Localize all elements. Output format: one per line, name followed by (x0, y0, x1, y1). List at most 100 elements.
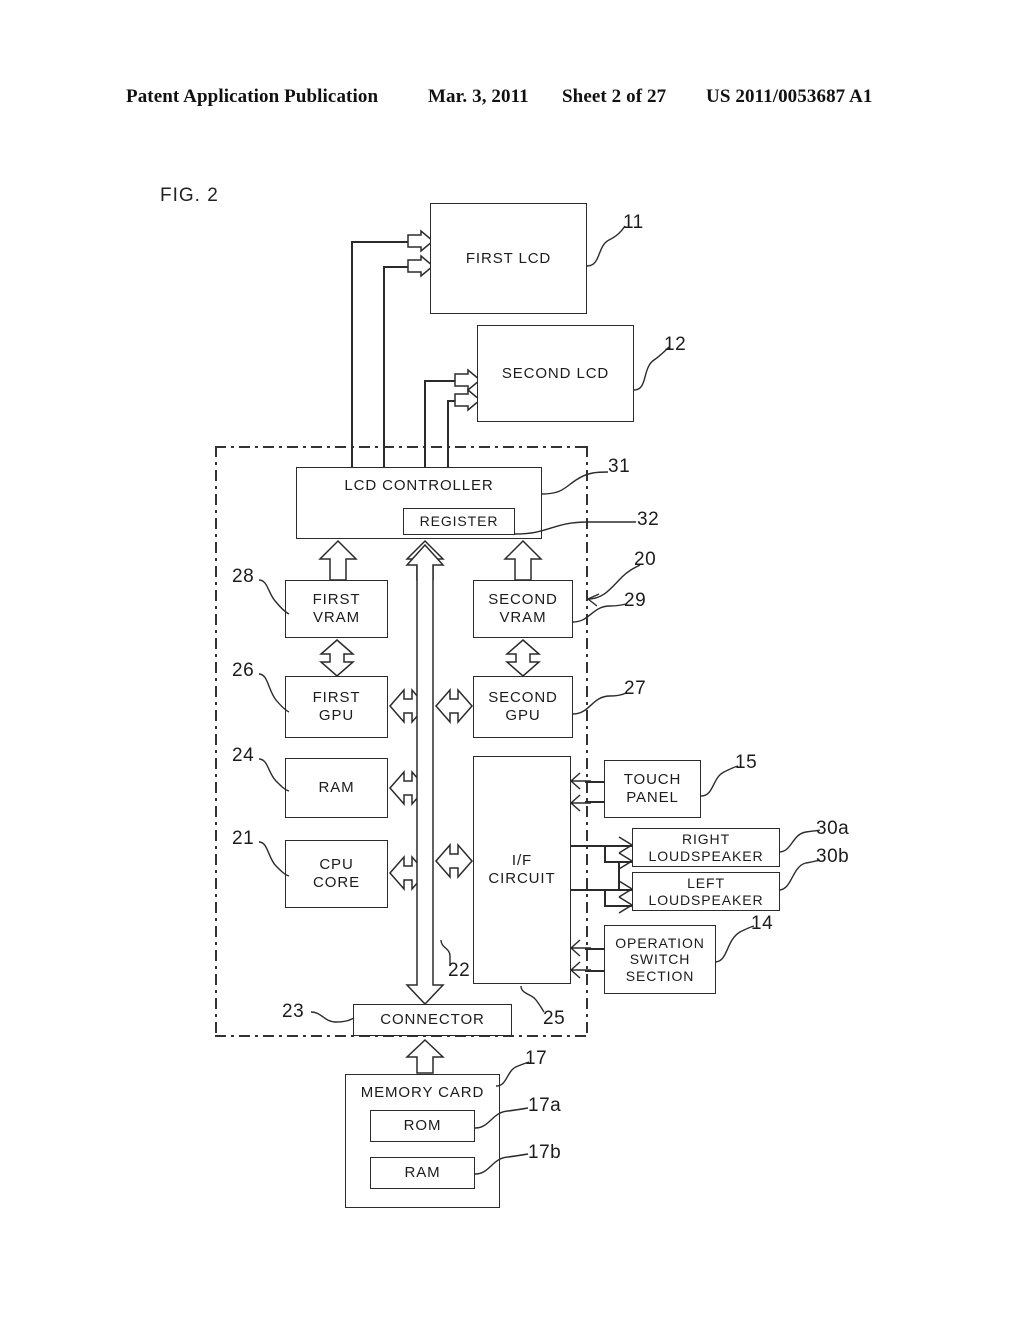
ram-block[interactable]: RAM (285, 758, 388, 818)
if-circuit-label-line1: I/F (511, 852, 533, 870)
ref-first-vram: 28 (232, 566, 255, 587)
first-vram-block[interactable]: FIRST VRAM (285, 580, 388, 638)
ref-bus: 22 (448, 960, 471, 981)
arrow-first-vram-to-lcdc (318, 539, 358, 581)
page-header: Patent Application Publication Mar. 3, 2… (0, 86, 1024, 116)
leader-first-gpu (258, 673, 290, 713)
ref-second-gpu: 27 (624, 678, 647, 699)
wire-lcdc-to-second-lcd-riser-a (424, 380, 426, 468)
touch-panel-label-line1: TOUCH (623, 771, 682, 789)
ref-second-lcd: 12 (664, 334, 687, 355)
header-document-number: US 2011/0053687 A1 (706, 86, 873, 107)
ref-first-lcd: 11 (623, 212, 644, 233)
if-circuit-label-line2: CIRCUIT (488, 870, 556, 887)
arrow-second-vram-second-gpu (505, 639, 541, 677)
leader-cpu-core (258, 841, 290, 877)
card-rom-block[interactable]: ROM (370, 1110, 475, 1142)
ref-memory-card: 17 (525, 1048, 548, 1069)
leader-first-vram (258, 579, 290, 615)
wire-spk-right-drop (604, 845, 606, 861)
second-lcd-label: SECOND LCD (501, 364, 610, 382)
ref-second-vram: 29 (624, 590, 647, 611)
if-circuit-block[interactable]: I/F CIRCUIT (473, 756, 571, 984)
second-gpu-block[interactable]: SECOND GPU (473, 676, 573, 738)
figure-label: FIG. 2 (160, 185, 219, 206)
wire-spk-left-drop (604, 889, 606, 905)
header-sheet: Sheet 2 of 27 (562, 86, 667, 107)
touch-panel-label-line2: PANEL (626, 789, 679, 806)
left-loudspeaker-label-line1: LEFT (687, 874, 725, 891)
header-publication: Patent Application Publication (126, 86, 379, 107)
cpu-core-label-line2: CORE (313, 874, 360, 891)
left-loudspeaker-block[interactable]: LEFT LOUDSPEAKER (632, 872, 780, 911)
first-vram-label-line1: FIRST (312, 591, 361, 609)
second-vram-label-line1: SECOND (488, 591, 558, 609)
wire-lcdc-to-second-lcd-riser-b (447, 400, 449, 468)
leader-card-rom (474, 1107, 529, 1129)
first-gpu-block[interactable]: FIRST GPU (285, 676, 388, 738)
ref-left-loudspeaker: 30b (816, 846, 850, 867)
cpu-core-block[interactable]: CPU CORE (285, 840, 388, 908)
first-gpu-label-line2: GPU (318, 707, 355, 724)
first-lcd-block[interactable]: FIRST LCD (430, 203, 587, 314)
ref-register: 32 (637, 509, 660, 530)
first-vram-label-line2: VRAM (313, 609, 360, 626)
ref-lcd-controller: 31 (608, 456, 631, 477)
operation-switch-label-line2: SWITCH (629, 951, 691, 968)
touch-panel-block[interactable]: TOUCH PANEL (604, 760, 701, 818)
wire-spk-trunk-lower-h (571, 889, 604, 891)
left-loudspeaker-label-line2: LOUDSPEAKER (648, 891, 764, 908)
ref-card-rom: 17a (528, 1095, 562, 1116)
operation-switch-section-block[interactable]: OPERATION SWITCH SECTION (604, 925, 716, 994)
first-lcd-label: FIRST LCD (465, 249, 552, 267)
ref-cpu-core: 21 (232, 828, 255, 849)
right-loudspeaker-block[interactable]: RIGHT LOUDSPEAKER (632, 828, 780, 867)
card-ram-label: RAM (404, 1164, 441, 1182)
ref-first-gpu: 26 (232, 660, 255, 681)
arrow-memorycard-to-connector (405, 1038, 445, 1074)
leader-card-ram (474, 1153, 529, 1175)
operation-switch-label-line1: OPERATION (615, 934, 705, 951)
header-date: Mar. 3, 2011 (428, 86, 529, 107)
leader-register (514, 521, 636, 535)
ref-if-circuit: 25 (543, 1008, 566, 1029)
ref-card-ram: 17b (528, 1142, 562, 1163)
ref-connector: 23 (282, 1001, 305, 1022)
leader-connector (310, 1011, 355, 1023)
second-gpu-label-line2: GPU (505, 707, 541, 724)
ref-touch-panel: 15 (735, 752, 758, 773)
card-rom-label: ROM (403, 1117, 442, 1135)
memory-card-label: MEMORY CARD (360, 1084, 485, 1101)
arrow-second-vram-to-lcdc (503, 539, 543, 581)
system-boundary-top (215, 446, 587, 448)
connector-label: CONNECTOR (380, 1011, 485, 1029)
lcd-controller-label: LCD CONTROLLER (344, 477, 494, 494)
right-loudspeaker-label-line2: LOUDSPEAKER (648, 847, 764, 864)
cpu-core-label-line1: CPU (319, 856, 354, 874)
wire-lcdc-to-first-lcd-join-a (351, 241, 353, 263)
wire-lcdc-to-first-lcd-riser-a (351, 262, 353, 468)
leader-second-gpu (572, 692, 627, 715)
right-loudspeaker-label-line1: RIGHT (681, 830, 731, 847)
arrow-first-vram-first-gpu (319, 639, 355, 677)
second-lcd-block[interactable]: SECOND LCD (477, 325, 634, 422)
card-ram-block[interactable]: RAM (370, 1157, 475, 1189)
leader-ram (258, 758, 290, 792)
leader-lcd-controller (540, 471, 609, 495)
ref-operation-switch: 14 (751, 913, 774, 934)
connector-block[interactable]: CONNECTOR (353, 1004, 512, 1036)
first-gpu-label-line1: FIRST (312, 689, 361, 707)
system-bus-22 (405, 543, 445, 1006)
leader-second-vram (572, 603, 627, 623)
wire-lcdc-to-first-lcd-riser-b (383, 266, 385, 468)
second-vram-block[interactable]: SECOND VRAM (473, 580, 573, 638)
register-block[interactable]: REGISTER (403, 508, 515, 535)
second-gpu-label-line1: SECOND (488, 689, 558, 707)
register-label: REGISTER (419, 513, 499, 530)
system-boundary-left (215, 446, 217, 1036)
ref-ram: 24 (232, 745, 255, 766)
leader-touch-panel (700, 765, 739, 797)
ref-right-loudspeaker: 30a (816, 818, 850, 839)
ram-label: RAM (318, 779, 355, 797)
wire-spk-trunk-upper-h (571, 845, 604, 847)
